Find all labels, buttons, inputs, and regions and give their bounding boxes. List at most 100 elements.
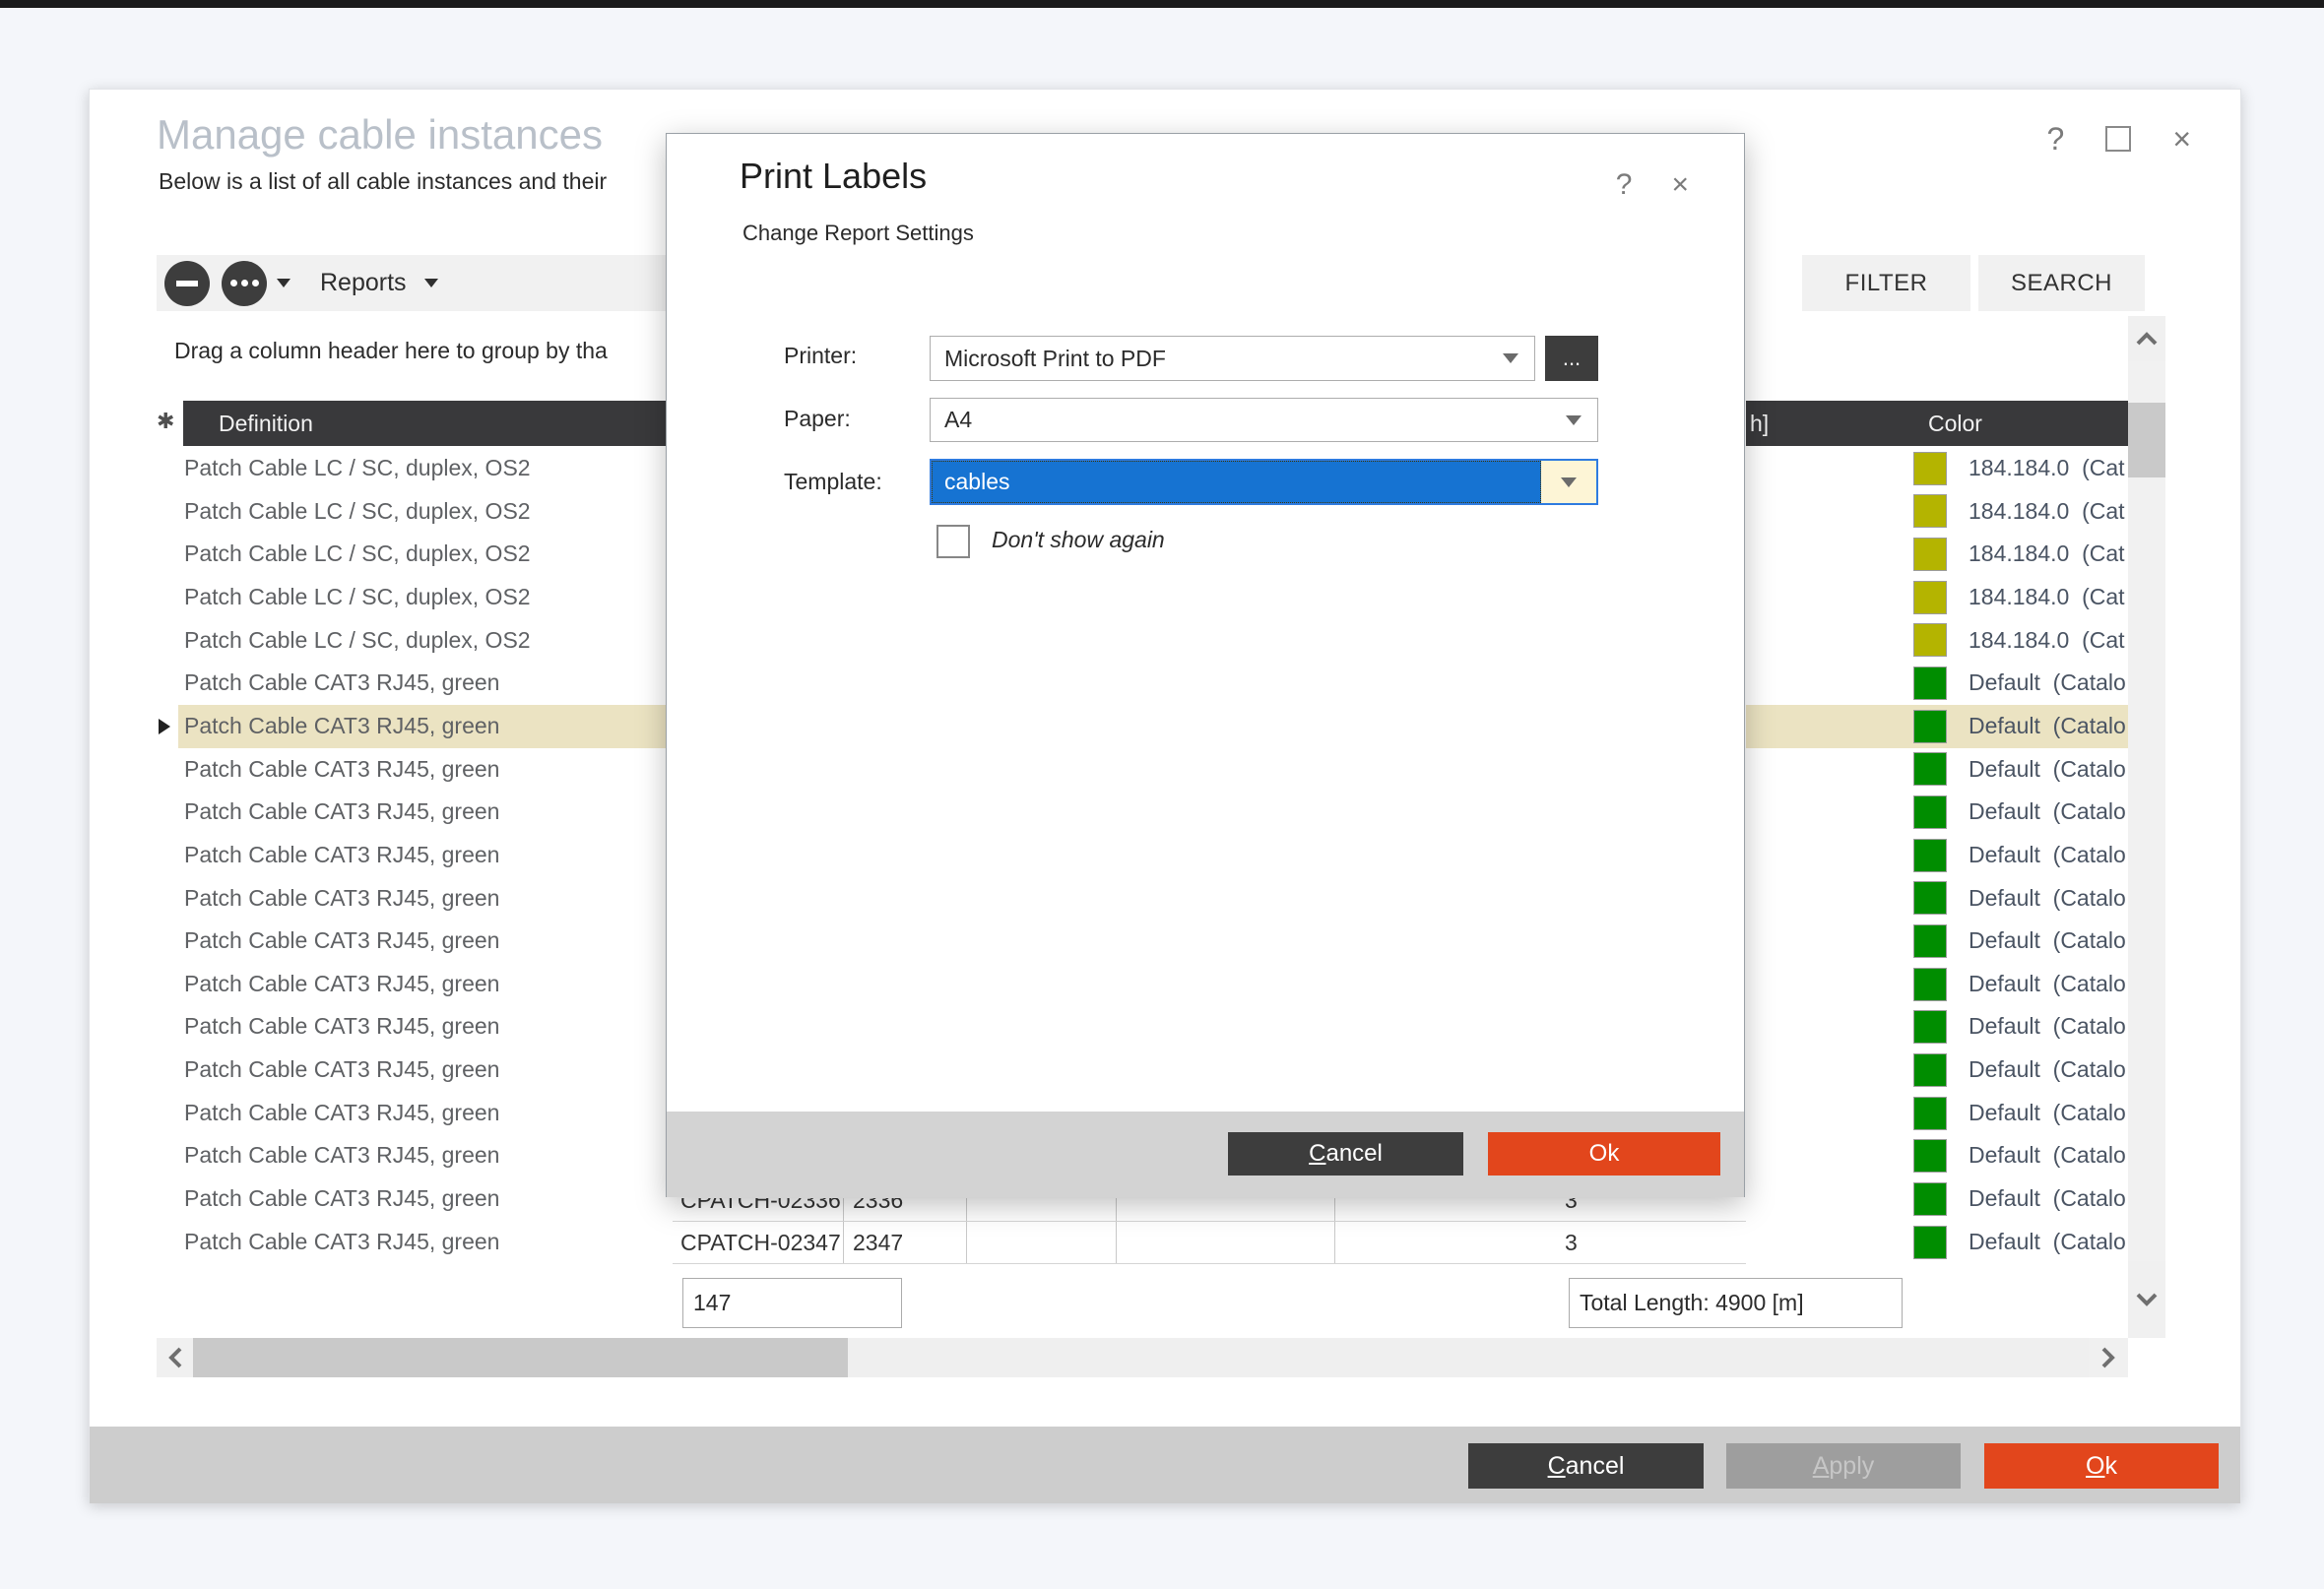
definition-cell: Patch Cable LC / SC, duplex, OS2	[178, 584, 531, 609]
scroll-right-icon[interactable]	[2089, 1338, 2128, 1377]
table-row[interactable]: Patch Cable CAT3 RJ45, green	[178, 748, 667, 792]
table-row[interactable]: Default (Catalo	[1746, 834, 2128, 877]
dialog-close-icon[interactable]: ×	[1671, 169, 1689, 201]
table-row[interactable]: Default (Catalo	[1746, 1221, 2128, 1264]
column-header-definition[interactable]: Definition	[183, 401, 667, 446]
template-dropdown-button[interactable]	[1541, 461, 1596, 503]
color-swatch	[1913, 623, 1947, 657]
vertical-scroll-thumb[interactable]	[2128, 403, 2165, 477]
pin-column-icon[interactable]: ✱	[157, 409, 174, 434]
color-swatch	[1913, 839, 1947, 872]
table-row[interactable]: Patch Cable CAT3 RJ45, green	[178, 877, 667, 921]
table-row[interactable]: Patch Cable CAT3 RJ45, green	[178, 791, 667, 834]
scroll-left-icon[interactable]	[157, 1338, 193, 1377]
color-cell: Default (Catalo	[1969, 877, 2126, 921]
table-row[interactable]: Patch Cable CAT3 RJ45, green	[178, 1177, 667, 1221]
table-row[interactable]: 184.184.0 (Cat	[1746, 533, 2128, 576]
apply-button[interactable]: Apply	[1726, 1443, 1961, 1489]
color-swatch	[1913, 924, 1947, 958]
table-row[interactable]: Patch Cable CAT3 RJ45, green	[178, 920, 667, 963]
color-cell: Default (Catalo	[1969, 963, 2126, 1006]
table-row[interactable]: Default (Catalo	[1746, 791, 2128, 834]
color-swatch	[1913, 752, 1947, 786]
close-icon[interactable]: ×	[2172, 123, 2191, 155]
dialog-ok-button[interactable]: Ok	[1488, 1132, 1720, 1176]
table-row[interactable]: Default (Catalo	[1746, 1134, 2128, 1177]
color-cell: Default (Catalo	[1969, 1134, 2126, 1177]
definition-rows: Patch Cable LC / SC, duplex, OS2Patch Ca…	[178, 447, 667, 1264]
cable-name-cell: CPATCH-02347	[680, 1221, 841, 1264]
printer-select[interactable]: Microsoft Print to PDF	[930, 336, 1535, 381]
dont-show-again-checkbox[interactable]	[936, 525, 970, 558]
paper-select[interactable]: A4	[930, 398, 1598, 442]
table-row[interactable]: Default (Catalo	[1746, 1049, 2128, 1092]
table-row[interactable]: Patch Cable CAT3 RJ45, green	[178, 1049, 667, 1092]
scroll-down-icon[interactable]	[2128, 1261, 2165, 1338]
table-row[interactable]: Patch Cable CAT3 RJ45, green	[178, 1092, 667, 1135]
table-row[interactable]: Patch Cable LC / SC, duplex, OS2	[178, 533, 667, 576]
printer-browse-button[interactable]: ...	[1545, 336, 1598, 381]
definition-cell: Patch Cable LC / SC, duplex, OS2	[178, 455, 531, 480]
table-row[interactable]: Patch Cable LC / SC, duplex, OS2	[178, 576, 667, 619]
group-by-hint: Drag a column header here to group by th…	[174, 338, 667, 371]
table-row[interactable]: Patch Cable CAT3 RJ45, green	[178, 662, 667, 705]
help-icon[interactable]: ?	[2047, 123, 2065, 155]
table-row[interactable]: CPATCH-02347 2347 3	[673, 1221, 1746, 1264]
table-row[interactable]: Default (Catalo	[1746, 1005, 2128, 1049]
definition-cell: Patch Cable CAT3 RJ45, green	[178, 1185, 499, 1211]
horizontal-scroll-thumb[interactable]	[193, 1338, 848, 1377]
table-row[interactable]: Patch Cable CAT3 RJ45, green	[178, 1134, 667, 1177]
bottom-partial-rows: CPATCH-02336 2336 3 CPATCH-02347 2347 3	[673, 1198, 1746, 1264]
color-swatch	[1913, 667, 1947, 700]
table-row[interactable]: Default (Catalo	[1746, 1177, 2128, 1221]
table-row[interactable]: Patch Cable LC / SC, duplex, OS2	[178, 619, 667, 663]
dialog-help-icon[interactable]: ?	[1616, 169, 1633, 201]
table-row[interactable]: Default (Catalo	[1746, 963, 2128, 1006]
filter-button[interactable]: FILTER	[1802, 255, 1970, 311]
table-row[interactable]: Patch Cable LC / SC, duplex, OS2	[178, 447, 667, 490]
remove-button[interactable]	[164, 261, 210, 306]
dialog-subtitle: Change Report Settings	[742, 221, 974, 246]
more-actions-button[interactable]	[222, 261, 267, 306]
search-button[interactable]: SEARCH	[1978, 255, 2145, 311]
definition-header-label: Definition	[219, 411, 313, 437]
cancel-button[interactable]: Cancel	[1468, 1443, 1704, 1489]
cable-qty-cell: 3	[1565, 1198, 1578, 1222]
table-row[interactable]: Default (Catalo	[1746, 1092, 2128, 1135]
table-row[interactable]: Default (Catalo	[1746, 877, 2128, 921]
dialog-cancel-button[interactable]: Cancel	[1228, 1132, 1463, 1176]
table-row[interactable]: 184.184.0 (Cat	[1746, 619, 2128, 663]
table-row[interactable]: 184.184.0 (Cat	[1746, 490, 2128, 534]
table-row[interactable]: CPATCH-02336 2336 3	[673, 1198, 1746, 1222]
horizontal-scrollbar[interactable]	[157, 1338, 2128, 1377]
table-row[interactable]: Default (Catalo	[1746, 662, 2128, 705]
ok-button[interactable]: Ok	[1984, 1443, 2219, 1489]
template-select[interactable]: cables	[930, 459, 1598, 505]
table-row[interactable]: Patch Cable CAT3 RJ45, green	[178, 1221, 667, 1264]
table-row[interactable]: Default (Catalo	[1746, 748, 2128, 792]
table-row[interactable]: Patch Cable CAT3 RJ45, green	[178, 963, 667, 1006]
scroll-up-icon[interactable]	[2128, 316, 2165, 361]
table-row[interactable]: Patch Cable CAT3 RJ45, green	[178, 705, 667, 748]
table-row[interactable]: Default (Catalo	[1746, 705, 2128, 748]
table-row[interactable]: Patch Cable CAT3 RJ45, green	[178, 1005, 667, 1049]
template-label: Template:	[784, 469, 882, 495]
maximize-icon[interactable]	[2105, 126, 2131, 152]
table-row[interactable]: Patch Cable CAT3 RJ45, green	[178, 834, 667, 877]
column-header-color[interactable]: h] Color	[1746, 401, 2128, 446]
color-cell: Default (Catalo	[1969, 791, 2126, 834]
vertical-scrollbar[interactable]	[2128, 316, 2165, 1338]
color-cell: Default (Catalo	[1969, 1092, 2126, 1135]
definition-cell: Patch Cable CAT3 RJ45, green	[178, 927, 499, 953]
table-row[interactable]: Patch Cable LC / SC, duplex, OS2	[178, 490, 667, 534]
table-row[interactable]: 184.184.0 (Cat	[1746, 576, 2128, 619]
table-row[interactable]: Default (Catalo	[1746, 920, 2128, 963]
reports-menu[interactable]: Reports	[320, 269, 407, 297]
reports-caret-icon[interactable]	[424, 279, 438, 287]
table-row[interactable]: 184.184.0 (Cat	[1746, 447, 2128, 490]
ellipsis-icon	[222, 261, 267, 306]
template-selected-text: cables	[932, 461, 1541, 503]
color-cell: 184.184.0 (Cat	[1969, 447, 2125, 490]
window-controls: ? ×	[2047, 123, 2191, 155]
more-actions-caret-icon[interactable]	[277, 279, 290, 287]
